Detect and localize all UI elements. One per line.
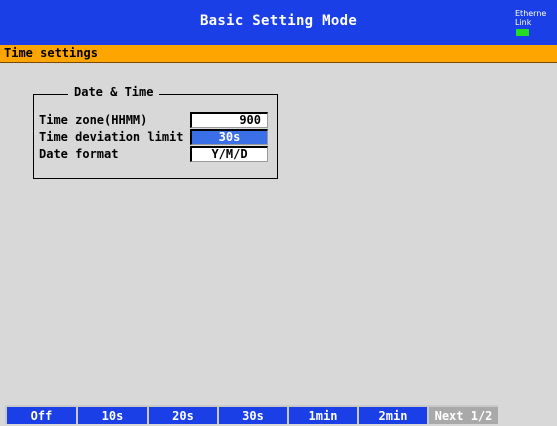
link-indicator-icon — [516, 29, 529, 36]
ethernet-status: Etherne Link — [515, 9, 546, 27]
softkey-2min[interactable]: 2min — [357, 405, 427, 424]
softkey-30s[interactable]: 30s — [217, 405, 287, 424]
time-zone-field[interactable]: 900 — [190, 112, 268, 128]
time-deviation-limit-label: Time deviation limit — [39, 130, 184, 144]
softkey-next-page[interactable]: Next 1/2 — [427, 405, 498, 424]
date-format-label: Date format — [39, 147, 119, 161]
title-bar: Basic Setting Mode Etherne Link — [0, 0, 557, 45]
softkey-20s[interactable]: 20s — [147, 405, 217, 424]
softkey-10s[interactable]: 10s — [76, 405, 147, 424]
softkey-off[interactable]: Off — [5, 405, 76, 424]
time-zone-label: Time zone(HHMM) — [39, 113, 148, 127]
softkey-1min[interactable]: 1min — [287, 405, 357, 424]
link-label: Link — [515, 18, 532, 27]
section-header: Time settings — [0, 45, 557, 63]
date-format-field[interactable]: Y/M/D — [190, 146, 268, 162]
group-title: Date & Time — [68, 85, 160, 99]
section-title: Time settings — [4, 46, 98, 60]
ethernet-label: Etherne — [515, 9, 547, 18]
time-deviation-limit-field[interactable]: 30s — [190, 129, 268, 145]
window-title: Basic Setting Mode — [199, 13, 358, 29]
softkey-bar: Off 10s 20s 30s 1min 2min Next 1/2 — [0, 405, 557, 424]
